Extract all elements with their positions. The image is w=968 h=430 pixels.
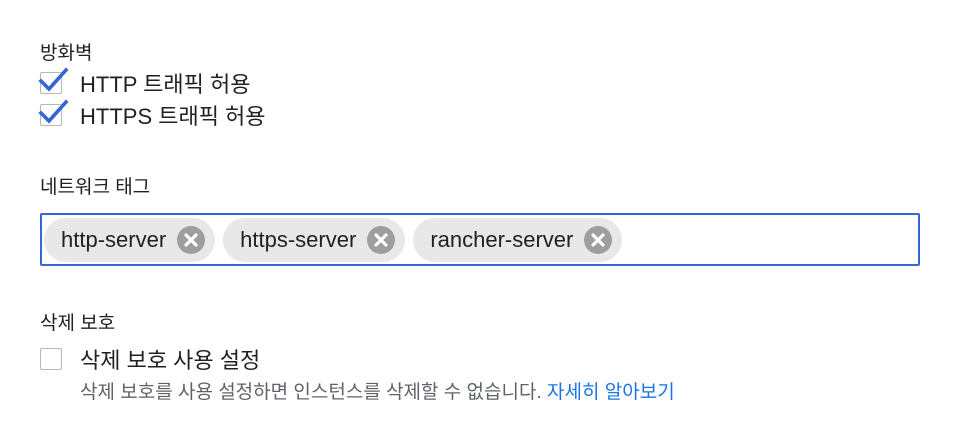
http-traffic-label: HTTP 트래픽 허용 <box>80 72 251 97</box>
close-icon <box>184 232 198 247</box>
deletion-protection-label: 삭제 보호 사용 설정 <box>80 348 261 373</box>
https-traffic-checkbox[interactable] <box>38 99 68 126</box>
close-icon <box>591 232 605 247</box>
tag-chip-label: http-server <box>61 226 167 252</box>
tag-chip-http-server: http-server <box>44 217 216 262</box>
deletion-protection-option[interactable]: 삭제 보호 사용 설정 <box>40 345 260 373</box>
https-traffic-label: HTTPS 트래픽 허용 <box>80 104 266 129</box>
network-tags-section-title: 네트워크 태그 <box>40 177 151 198</box>
http-traffic-option[interactable]: HTTP 트래픽 허용 <box>38 67 251 97</box>
check-icon <box>38 67 68 92</box>
close-icon <box>374 232 388 247</box>
network-tags-input[interactable]: http-server https-server rancher-server <box>40 213 920 266</box>
tag-chip-https-server: https-server <box>223 217 406 262</box>
firewall-section-title: 방화벽 <box>40 43 93 64</box>
tag-chip-label: rancher-server <box>430 226 574 252</box>
deletion-protection-section-title: 삭제 보호 <box>40 313 116 334</box>
remove-tag-icon[interactable] <box>177 225 206 254</box>
learn-more-link[interactable]: 자세히 알아보기 <box>547 382 675 403</box>
https-traffic-option[interactable]: HTTPS 트래픽 허용 <box>38 99 266 129</box>
remove-tag-icon[interactable] <box>367 225 396 254</box>
tag-chip-label: https-server <box>240 226 357 252</box>
deletion-protection-checkbox[interactable] <box>40 348 62 370</box>
check-icon <box>38 99 68 124</box>
http-traffic-checkbox[interactable] <box>38 67 68 94</box>
deletion-protection-help-text: 삭제 보호를 사용 설정하면 인스턴스를 삭제할 수 없습니다. <box>80 382 542 403</box>
deletion-protection-help: 삭제 보호를 사용 설정하면 인스턴스를 삭제할 수 없습니다. 자세히 알아보… <box>80 377 675 404</box>
tag-chip-rancher-server: rancher-server <box>413 217 623 262</box>
remove-tag-icon[interactable] <box>584 225 613 254</box>
